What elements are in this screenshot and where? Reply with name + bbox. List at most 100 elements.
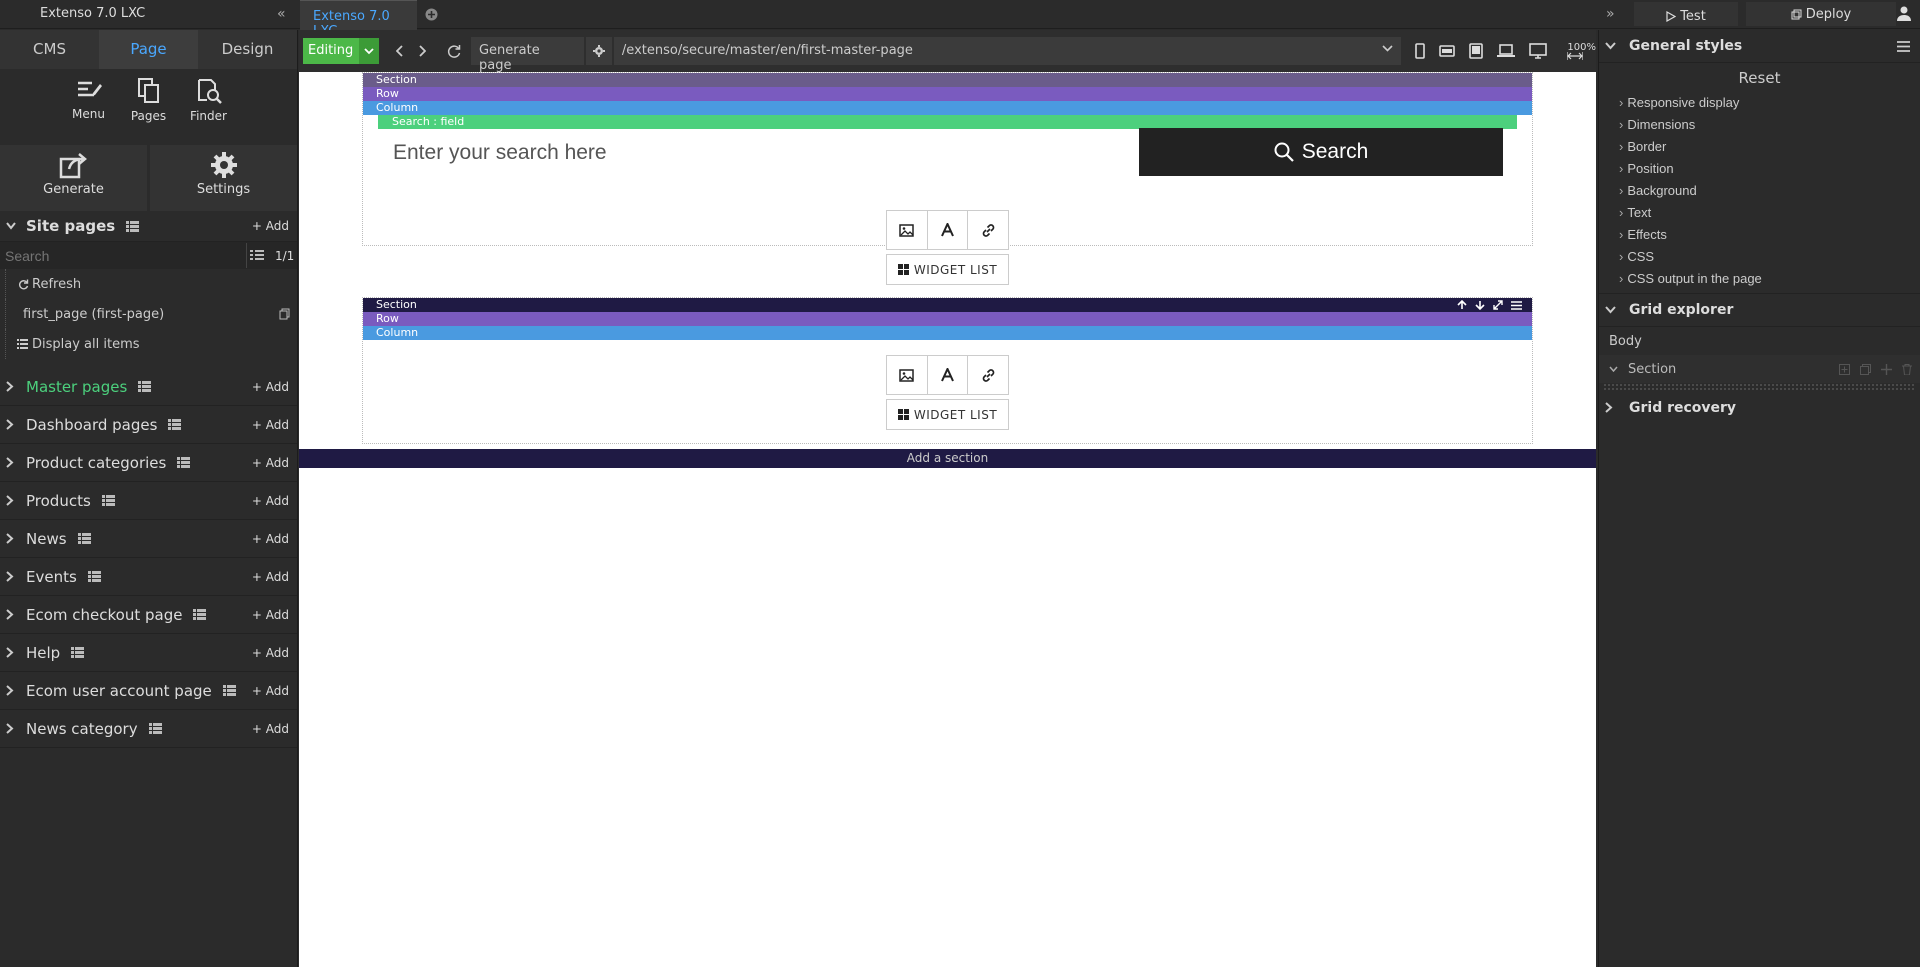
column-bar[interactable]: Column [363, 101, 1532, 115]
list-icon[interactable] [77, 533, 91, 544]
list-icon[interactable] [138, 381, 152, 392]
tab-extenso[interactable]: Extenso 7.0 LXC [300, 0, 417, 39]
settings-button[interactable]: Settings [150, 145, 297, 211]
mobile-icon[interactable] [1415, 43, 1426, 59]
section-bar-selected[interactable]: Section [363, 298, 1532, 312]
grid-body-item[interactable]: Body [1599, 327, 1920, 355]
site-pages-add-button[interactable]: + Add [252, 219, 289, 233]
move-down-icon[interactable] [1475, 300, 1485, 310]
duplicate-icon[interactable] [1860, 363, 1871, 375]
desktop-icon[interactable] [1529, 43, 1548, 59]
grid-section-item[interactable]: Section [1599, 355, 1920, 383]
generate-page-button[interactable]: Generate page [470, 37, 584, 73]
widget-list-button[interactable]: WIDGET LIST [886, 399, 1009, 430]
laptop-icon[interactable] [1497, 44, 1516, 58]
move-up-icon[interactable] [1457, 300, 1467, 310]
deploy-button[interactable]: Deploy [1746, 2, 1896, 26]
category-master-pages[interactable]: Master pages + Add [0, 368, 297, 406]
hamburger-icon[interactable] [1897, 40, 1910, 52]
refresh-item[interactable]: Refresh [5, 269, 297, 299]
tab-page[interactable]: Page [99, 30, 198, 69]
grid-recovery-header[interactable]: Grid recovery [1599, 391, 1920, 424]
widget-list-button[interactable]: WIDGET LIST [886, 254, 1009, 285]
category-events[interactable]: Events + Add [0, 558, 297, 596]
add-tab-icon[interactable] [425, 8, 438, 21]
search-button[interactable]: Search [1139, 128, 1503, 176]
tab-design[interactable]: Design [198, 30, 297, 69]
search-input[interactable]: Enter your search here [393, 133, 1093, 173]
add-button[interactable]: + Add [252, 380, 289, 394]
row-bar[interactable]: Row [363, 312, 1532, 326]
category-ecom-user-account-page[interactable]: Ecom user account page + Add [0, 672, 297, 710]
style-text[interactable]: › Text [1599, 201, 1920, 223]
add-button[interactable]: + Add [252, 494, 289, 508]
back-button[interactable] [389, 45, 411, 57]
general-styles-header[interactable]: General styles [1599, 30, 1920, 63]
copy-icon[interactable] [279, 308, 290, 320]
column-bar[interactable]: Column [363, 326, 1532, 340]
add-button[interactable]: + Add [252, 646, 289, 660]
image-widget-icon[interactable] [887, 356, 928, 394]
style-responsive-display[interactable]: › Responsive display [1599, 91, 1920, 113]
forward-button[interactable] [411, 45, 433, 57]
style-dimensions[interactable]: › Dimensions [1599, 113, 1920, 135]
list-icon[interactable] [168, 419, 182, 430]
grid-explorer-header[interactable]: Grid explorer [1599, 294, 1920, 327]
list-icon[interactable] [177, 457, 191, 468]
section-bar[interactable]: Section [363, 73, 1532, 87]
category-dashboard-pages[interactable]: Dashboard pages + Add [0, 406, 297, 444]
expand-icon[interactable] [1493, 300, 1503, 310]
category-products[interactable]: Products + Add [0, 482, 297, 520]
add-button[interactable]: + Add [252, 418, 289, 432]
add-button[interactable]: + Add [252, 570, 289, 584]
add-section-button[interactable]: Add a section [299, 449, 1596, 468]
section-block-2[interactable]: Section Row Column WIDGET LIST [362, 297, 1533, 444]
list-icon[interactable] [87, 571, 101, 582]
category-ecom-checkout-page[interactable]: Ecom checkout page + Add [0, 596, 297, 634]
row-bar[interactable]: Row [363, 87, 1532, 101]
category-help[interactable]: Help + Add [0, 634, 297, 672]
add-button[interactable]: + Add [252, 456, 289, 470]
tab-cms[interactable]: CMS [0, 30, 99, 69]
collapse-left-panel-icon[interactable]: « [277, 6, 286, 22]
link-widget-icon[interactable] [968, 211, 1008, 249]
style-border[interactable]: › Border [1599, 135, 1920, 157]
user-icon[interactable] [1897, 6, 1911, 21]
reload-button[interactable] [443, 44, 465, 58]
add-button[interactable]: + Add [252, 608, 289, 622]
link-widget-icon[interactable] [968, 356, 1008, 394]
add-button[interactable]: + Add [252, 532, 289, 546]
display-all-items[interactable]: Display all items [5, 329, 297, 359]
category-news-category[interactable]: News category + Add [0, 710, 297, 748]
reset-button[interactable]: Reset [1599, 63, 1920, 91]
page-settings-button[interactable] [586, 37, 612, 65]
add-icon[interactable] [1839, 363, 1850, 375]
page-item-first-page[interactable]: first_page (first-page) [5, 299, 297, 329]
url-field[interactable]: /extenso/secure/master/en/first-master-p… [613, 37, 1402, 65]
editing-dropdown[interactable] [359, 38, 380, 64]
list-icon[interactable] [148, 723, 162, 734]
list-icon[interactable] [193, 609, 207, 620]
pages-tool[interactable]: Pages [129, 77, 169, 143]
list-icon[interactable] [222, 685, 236, 696]
search-field-bar[interactable]: Search : field [378, 115, 1517, 129]
generate-button[interactable]: Generate [0, 145, 147, 211]
test-button[interactable]: Test [1634, 2, 1738, 26]
style-css-output[interactable]: › CSS output in the page [1599, 267, 1920, 289]
trash-icon[interactable] [1902, 363, 1912, 375]
style-css[interactable]: › CSS [1599, 245, 1920, 267]
finder-tool[interactable]: Finder [189, 77, 229, 143]
image-widget-icon[interactable] [887, 211, 928, 249]
site-pages-search-input[interactable] [0, 243, 247, 268]
url-dropdown-icon[interactable] [1382, 45, 1393, 52]
menu-tool[interactable]: Menu [69, 77, 109, 143]
list-view-icon[interactable] [250, 250, 264, 261]
text-widget-icon[interactable] [928, 356, 969, 394]
style-position[interactable]: › Position [1599, 157, 1920, 179]
mobile-landscape-icon[interactable] [1439, 45, 1456, 57]
expand-right-icon[interactable]: » [1606, 6, 1615, 22]
style-background[interactable]: › Background [1599, 179, 1920, 201]
section-block-1[interactable]: Section Row Column Search : field Enter … [362, 72, 1533, 285]
list-icon[interactable] [101, 495, 115, 506]
move-icon[interactable] [1881, 363, 1892, 375]
